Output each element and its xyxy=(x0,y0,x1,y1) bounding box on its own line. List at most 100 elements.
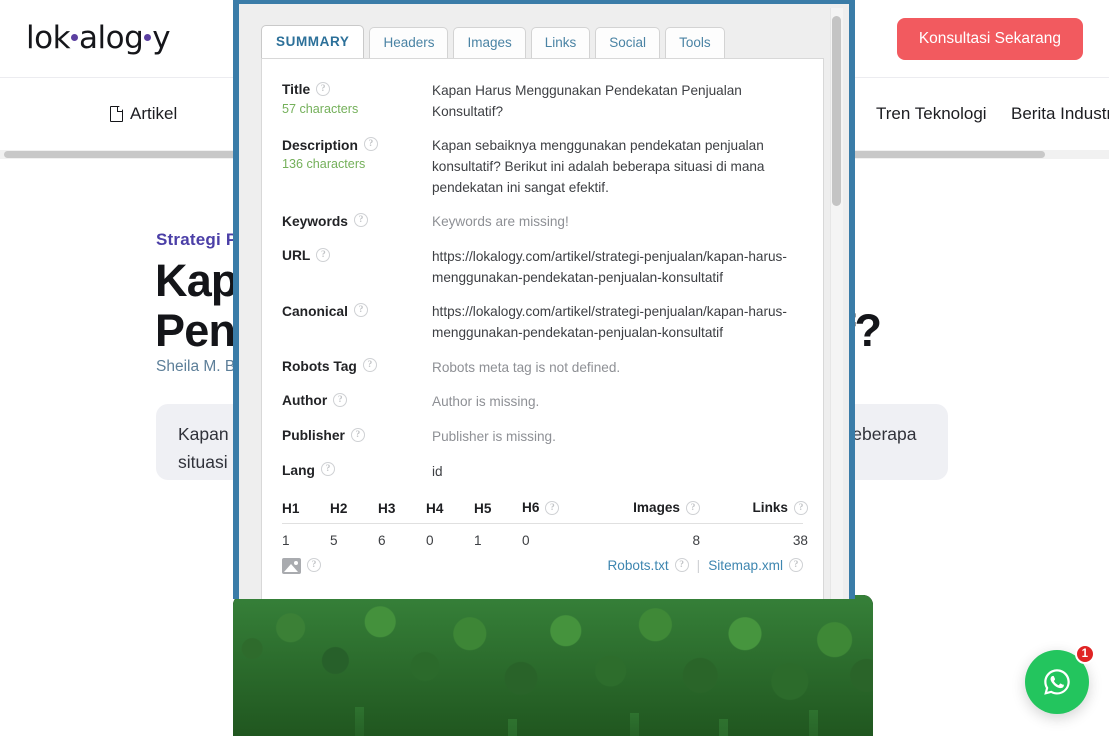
logo-dot-left xyxy=(71,34,79,41)
meta-value-title: Kapan Harus Menggunakan Pendekatan Penju… xyxy=(432,83,742,119)
help-icon-lang[interactable]: ? xyxy=(320,462,335,477)
meta-label-publisher: Publisher xyxy=(282,428,345,444)
help-icon-url[interactable]: ? xyxy=(316,247,331,262)
help-icon-description[interactable]: ? xyxy=(363,137,378,152)
links-col-header-wrap: Links? xyxy=(700,500,808,515)
heading-value-h2: 5 xyxy=(330,532,338,548)
meta-row-url: URL? https://lokalogy.com/artikel/strate… xyxy=(282,237,803,292)
help-icon-headings[interactable]: ? xyxy=(545,500,560,515)
meta-label-author-wrap: Author? xyxy=(282,391,432,410)
help-icon-publisher[interactable]: ? xyxy=(350,427,365,442)
tab-summary[interactable]: SUMMARY xyxy=(261,25,365,59)
heading-col-h6-wrap: H6? xyxy=(522,500,570,515)
heading-col-h6: H6 xyxy=(522,500,540,516)
whatsapp-icon xyxy=(1044,669,1070,695)
help-icon-chart[interactable]: ? xyxy=(307,557,321,572)
headings-table-header-row: H1 H2 H3 H4 H5 H6? Images? Links ? xyxy=(282,500,808,524)
seo-extension-panel: SUMMARY Headers Images Links Social Tool… xyxy=(233,0,855,599)
help-icon-links[interactable]: ? xyxy=(794,500,808,515)
links-col-header: Links xyxy=(752,500,788,516)
whatsapp-unread-badge: 1 xyxy=(1074,644,1095,664)
meta-value-robots-tag: Robots meta tag is not defined. xyxy=(432,359,621,375)
hero-vine-4 xyxy=(719,719,729,736)
meta-label-canonical: Canonical xyxy=(282,303,348,319)
meta-value-author: Author is missing. xyxy=(432,394,540,410)
meta-value-description: Kapan sebaiknya menggunakan pendekatan p… xyxy=(432,138,765,195)
tab-social[interactable]: Social xyxy=(595,27,661,59)
footer-separator: | xyxy=(696,558,701,574)
seo-panel-inner: SUMMARY Headers Images Links Social Tool… xyxy=(239,4,849,599)
meta-row-lang: Lang? id xyxy=(282,452,803,487)
heading-col-h3: H3 xyxy=(378,500,396,516)
meta-row-publisher: Publisher? Publisher is missing. xyxy=(282,417,803,452)
tab-links[interactable]: Links xyxy=(530,27,591,59)
site-logo[interactable]: lok alog y xyxy=(26,23,171,54)
meta-row-author: Author? Author is missing. xyxy=(282,382,803,417)
help-icon-title[interactable]: ? xyxy=(316,81,331,96)
meta-label-lang-wrap: Lang? xyxy=(282,461,432,480)
robots-txt-link[interactable]: Robots.txt xyxy=(607,558,668,573)
nav-item-artikel-label: Artikel xyxy=(130,104,178,123)
tab-tools[interactable]: Tools xyxy=(665,27,725,59)
help-icon-author[interactable]: ? xyxy=(333,392,348,407)
meta-label-publisher-wrap: Publisher? xyxy=(282,426,432,445)
heading-value-h3: 6 xyxy=(378,532,386,548)
meta-label-description-wrap: Description? 136 characters xyxy=(282,135,432,171)
title-character-count: 57 characters xyxy=(282,102,359,116)
help-icon-robots-tag[interactable]: ? xyxy=(362,358,377,373)
meta-label-url: URL xyxy=(282,248,311,264)
tab-images[interactable]: Images xyxy=(453,27,526,59)
nav-item-berita-industri-label: Berita Industri xyxy=(1011,104,1109,123)
sitemap-xml-link[interactable]: Sitemap.xml xyxy=(708,558,783,573)
hero-vine-1 xyxy=(354,706,364,736)
heading-col-h1: H1 xyxy=(282,500,300,516)
help-icon-keywords[interactable]: ? xyxy=(353,213,368,228)
meta-label-keywords-wrap: Keywords? xyxy=(282,211,432,230)
nav-item-artikel[interactable]: Artikel xyxy=(110,104,177,124)
heading-col-h2: H2 xyxy=(330,500,348,516)
meta-label-lang: Lang xyxy=(282,462,315,478)
description-character-count: 136 characters xyxy=(282,157,366,172)
links-count-value: 38 xyxy=(792,532,808,548)
heading-value-h1: 1 xyxy=(282,532,290,548)
panel-scrollbar-thumb[interactable] xyxy=(832,16,841,206)
meta-value-url: https://lokalogy.com/artikel/strategi-pe… xyxy=(432,248,787,285)
meta-value-lang: id xyxy=(432,463,443,479)
meta-label-title-wrap: Title? 57 characters xyxy=(282,80,432,116)
hero-vine-2 xyxy=(508,719,518,736)
help-icon-robots-txt[interactable]: ? xyxy=(674,557,689,572)
seo-panel-tabs: SUMMARY Headers Images Links Social Tool… xyxy=(261,25,849,59)
help-icon-images[interactable]: ? xyxy=(686,500,700,515)
meta-row-title: Title? 57 characters Kapan Harus Menggun… xyxy=(282,71,803,126)
meta-row-description: Description? 136 characters Kapan sebaik… xyxy=(282,126,803,202)
heading-col-h4: H4 xyxy=(426,500,444,516)
hero-vine-3 xyxy=(629,712,639,736)
article-hero-image xyxy=(233,595,873,736)
meta-label-author: Author xyxy=(282,393,328,409)
nav-item-berita-industri[interactable]: Berita Industri xyxy=(1011,104,1109,124)
meta-label-canonical-wrap: Canonical? xyxy=(282,301,432,320)
meta-value-keywords: Keywords are missing! xyxy=(432,214,569,230)
screen-root: lok alog y Konsultasi Sekarang Artikel Tre… xyxy=(0,0,1109,736)
meta-label-keywords: Keywords xyxy=(282,213,348,229)
help-icon-canonical[interactable]: ? xyxy=(353,303,368,318)
headings-table-value-row: 1 5 6 0 1 0 8 38 xyxy=(282,524,808,554)
meta-value-canonical: https://lokalogy.com/artikel/strategi-pe… xyxy=(432,304,787,340)
images-col-header-wrap: Images? xyxy=(570,500,700,515)
help-icon-sitemap-xml[interactable]: ? xyxy=(789,557,803,572)
chart-icon[interactable] xyxy=(282,557,301,574)
images-col-header: Images xyxy=(633,500,680,516)
konsultasi-sekarang-button[interactable]: Konsultasi Sekarang xyxy=(896,17,1083,60)
meta-row-keywords: Keywords? Keywords are missing! xyxy=(282,202,803,237)
hero-vine-5 xyxy=(809,709,818,736)
images-count-value: 8 xyxy=(692,532,700,548)
seo-panel-body: Title? 57 characters Kapan Harus Menggun… xyxy=(261,58,824,599)
tab-headers[interactable]: Headers xyxy=(369,27,449,59)
meta-value-publisher: Publisher is missing. xyxy=(432,428,556,444)
meta-row-robots-tag: Robots Tag? Robots meta tag is not defin… xyxy=(282,348,803,383)
heading-value-h6: 0 xyxy=(522,532,530,548)
nav-item-tren-teknologi[interactable]: Tren Teknologi xyxy=(876,104,987,124)
meta-label-robots-tag: Robots Tag xyxy=(282,358,357,374)
meta-label-title: Title xyxy=(282,82,311,98)
heading-value-h4: 0 xyxy=(426,532,434,548)
